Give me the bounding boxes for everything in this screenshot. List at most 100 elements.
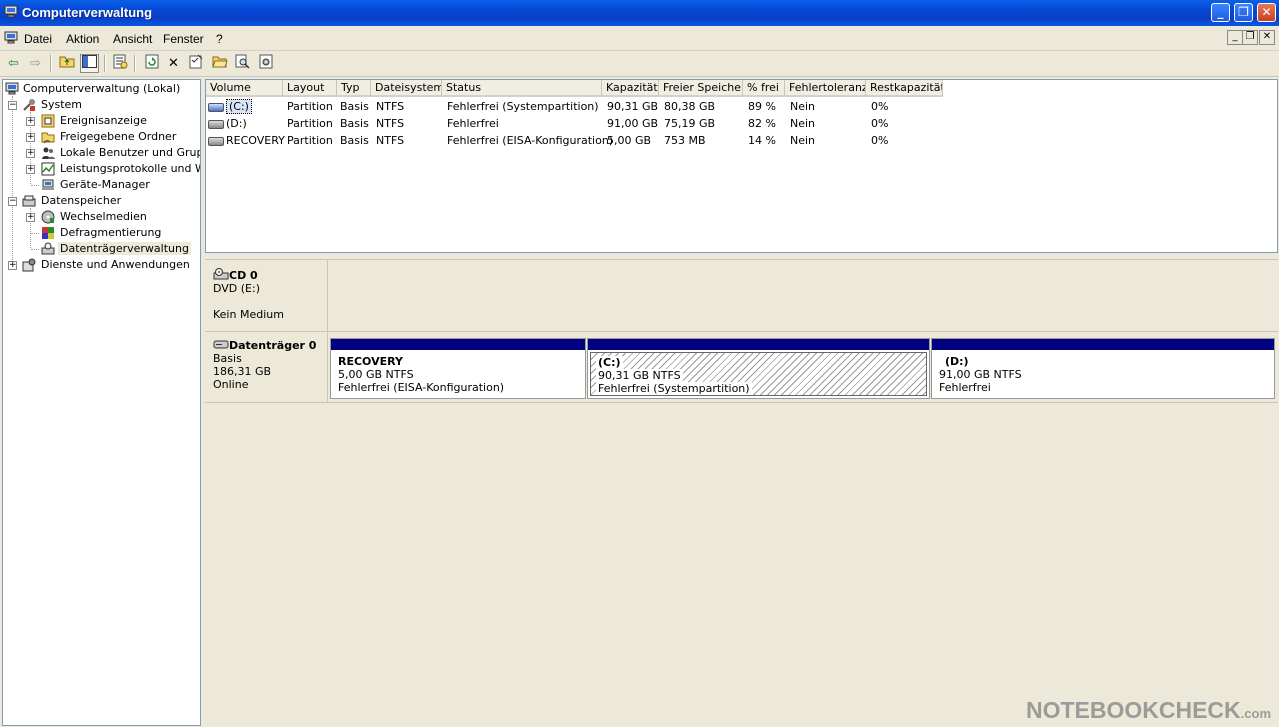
properties-icon[interactable] <box>111 54 130 73</box>
volume-list[interactable]: Volume Layout Typ Dateisystem Status Kap… <box>205 79 1278 253</box>
column-header-fehlertoleranz[interactable]: Fehlertoleranz <box>785 80 866 97</box>
toolbar-separator <box>134 55 136 72</box>
menu-aktion[interactable]: Aktion <box>66 32 99 46</box>
partition-status: Fehlerfrei (Systempartition) <box>596 382 752 395</box>
settings-icon[interactable] <box>257 54 276 73</box>
column-header-restkapazitaet[interactable]: Restkapazität <box>866 80 943 97</box>
close-button[interactable]: ✕ <box>1257 3 1276 22</box>
tree-item-services[interactable]: + Dienste und Anwendungen <box>3 257 200 273</box>
partition-name: (C:) <box>596 356 623 369</box>
tree-item-local-users[interactable]: + Lokale Benutzer und Gruppen <box>3 145 200 161</box>
column-header-status[interactable]: Status <box>442 80 602 97</box>
partition-recovery[interactable]: RECOVERY 5,00 GB NTFS Fehlerfrei (EISA-K… <box>330 338 586 399</box>
tree-item-shared-folders[interactable]: + Freigegebene Ordner <box>3 129 200 145</box>
forward-arrow-icon[interactable]: ⇨ <box>26 54 45 73</box>
table-cell: 5,00 GB <box>607 134 652 147</box>
volume-icon <box>208 136 224 146</box>
tree-item-storage[interactable]: − Datenspeicher <box>3 193 200 209</box>
tree-item-performance-logs[interactable]: + Leistungsprotokolle und Warnungen <box>3 161 200 177</box>
table-cell: 753 MB <box>664 134 706 147</box>
column-header-typ[interactable]: Typ <box>337 80 371 97</box>
open-folder-icon[interactable] <box>210 54 229 73</box>
tree-item-disk-management[interactable]: Datenträgerverwaltung <box>3 241 200 257</box>
collapse-icon[interactable]: − <box>8 197 17 206</box>
menu-fenster[interactable]: Fenster <box>163 32 204 46</box>
table-cell: NTFS <box>376 117 405 130</box>
back-arrow-icon[interactable]: ⇦ <box>4 54 23 73</box>
table-cell: Fehlerfrei (Systempartition) <box>447 100 599 113</box>
column-header-kapazitaet[interactable]: Kapazität <box>602 80 659 97</box>
table-cell: 75,19 GB <box>664 117 716 130</box>
tree-line <box>31 249 39 250</box>
menu-help[interactable]: ? <box>216 32 223 46</box>
checklist-icon[interactable] <box>187 54 206 73</box>
partition-d[interactable]: (D:) 91,00 GB NTFS Fehlerfrei <box>931 338 1275 399</box>
disk-state: Online <box>213 378 249 391</box>
table-cell: Basis <box>340 134 369 147</box>
tree-item-system[interactable]: − System <box>3 97 200 113</box>
menu-ansicht[interactable]: Ansicht <box>113 32 152 46</box>
column-header-layout[interactable]: Layout <box>283 80 337 97</box>
tree-item-defragmentation[interactable]: Defragmentierung <box>3 225 200 241</box>
partition-size: 90,31 GB NTFS <box>596 369 683 382</box>
table-cell: 91,00 GB <box>607 117 659 130</box>
column-header-prozent-frei[interactable]: % frei <box>743 80 785 97</box>
show-console-tree-icon[interactable] <box>80 54 99 73</box>
users-icon <box>42 147 55 159</box>
partition-size: 5,00 GB NTFS <box>338 368 414 381</box>
child-restore-button[interactable]: ❐ <box>1242 30 1258 45</box>
window-title: Computerverwaltung <box>22 5 153 20</box>
hard-disk-icon <box>213 340 229 349</box>
expand-icon[interactable]: + <box>26 213 35 222</box>
tree-label: Dienste und Anwendungen <box>41 258 190 271</box>
computer-management-icon[interactable] <box>4 31 18 45</box>
table-cell: NTFS <box>376 134 405 147</box>
table-cell: Basis <box>340 117 369 130</box>
child-close-button[interactable]: ✕ <box>1259 30 1275 45</box>
table-cell: 90,31 GB <box>607 100 659 113</box>
computer-management-icon <box>4 5 18 18</box>
up-folder-icon[interactable] <box>57 54 76 73</box>
disk-type: DVD (E:) <box>213 282 261 295</box>
expand-icon[interactable]: + <box>26 117 35 126</box>
child-minimize-button[interactable]: _ <box>1227 30 1243 45</box>
disk-header-cd0[interactable]: CD 0 DVD (E:) Kein Medium <box>205 260 328 331</box>
tree-item-event-viewer[interactable]: + Ereignisanzeige <box>3 113 200 129</box>
refresh-icon[interactable] <box>142 54 161 73</box>
disk-header-disk0[interactable]: Datenträger 0 Basis 186,31 GB Online <box>205 332 328 402</box>
tree-label: Defragmentierung <box>60 226 162 239</box>
console-tree[interactable]: Computerverwaltung (Lokal) − System + Er… <box>2 79 201 726</box>
delete-icon[interactable]: ✕ <box>164 54 183 73</box>
tree-item-removable-media[interactable]: + Wechselmedien <box>3 209 200 225</box>
expand-icon[interactable]: + <box>26 165 35 174</box>
tree-label-selected: Datenträgerverwaltung <box>58 242 191 255</box>
expand-icon[interactable]: + <box>8 261 17 270</box>
expand-icon[interactable]: + <box>26 133 35 142</box>
restore-button[interactable]: ❐ <box>1234 3 1253 22</box>
tree-item-root[interactable]: Computerverwaltung (Lokal) <box>3 81 200 97</box>
menu-datei[interactable]: Datei <box>24 32 52 46</box>
disk-type: Basis <box>213 352 242 365</box>
column-header-dateisystem[interactable]: Dateisystem <box>371 80 442 97</box>
search-icon[interactable] <box>233 54 252 73</box>
watermark: NOTEBOOKCHECK.com <box>1026 697 1271 724</box>
minimize-button[interactable]: _ <box>1211 3 1230 22</box>
computer-management-icon <box>5 82 19 95</box>
tree-item-device-manager[interactable]: Geräte-Manager <box>3 177 200 193</box>
shared-folder-icon <box>41 132 55 144</box>
title-bar[interactable]: Computerverwaltung _ ❐ ✕ <box>0 0 1279 26</box>
column-header-volume[interactable]: Volume <box>206 80 283 97</box>
expand-icon[interactable]: + <box>26 149 35 158</box>
table-row[interactable]: (D:) <box>208 115 247 132</box>
table-row[interactable]: RECOVERY <box>208 132 285 149</box>
tree-label: Computerverwaltung (Lokal) <box>23 82 181 95</box>
table-cell: Nein <box>790 100 816 113</box>
partition-c[interactable]: (C:) 90,31 GB NTFS Fehlerfrei (Systempar… <box>587 338 930 399</box>
table-row[interactable]: (C:) <box>208 98 252 115</box>
collapse-icon[interactable]: − <box>8 101 17 110</box>
tree-label: Freigegebene Ordner <box>60 130 177 143</box>
table-cell: 80,38 GB <box>664 100 716 113</box>
column-header-freier-speicher[interactable]: Freier Speicher <box>659 80 743 97</box>
tree-label: Geräte-Manager <box>60 178 150 191</box>
disk-row-cd0[interactable]: CD 0 DVD (E:) Kein Medium <box>205 260 1278 332</box>
